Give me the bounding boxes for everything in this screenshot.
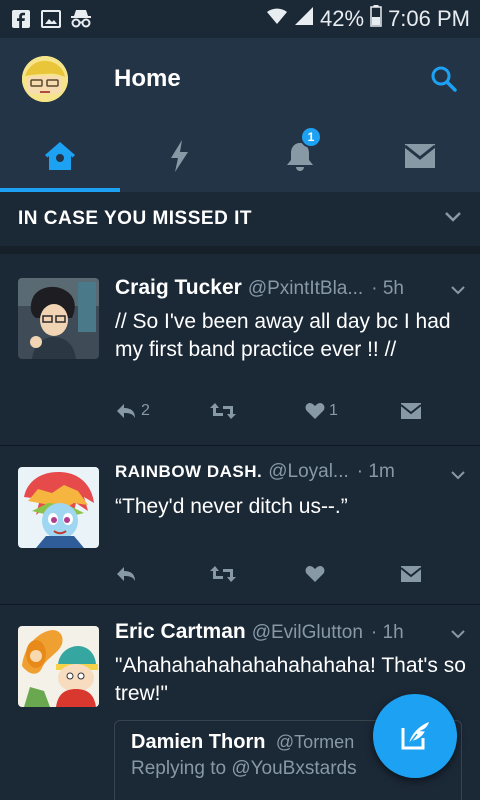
chevron-down-icon[interactable] xyxy=(450,282,466,300)
tweet-actions: 2 1 xyxy=(115,402,450,420)
search-button[interactable] xyxy=(428,63,460,95)
tweet-header: Craig Tucker @PxintItBla... · 5h xyxy=(115,276,466,306)
tweet-body: Craig Tucker @PxintItBla... · 5h // So I… xyxy=(115,276,466,364)
tweet-body: RAINBOW DASH. @Loyal... · 1m “They'd nev… xyxy=(115,461,466,521)
profile-avatar[interactable] xyxy=(22,56,68,102)
reply-count: 2 xyxy=(141,402,150,419)
reply-button[interactable]: 2 xyxy=(115,402,165,420)
page-title: Home xyxy=(114,65,181,92)
tweet-avatar[interactable] xyxy=(18,626,99,707)
author-name[interactable]: Eric Cartman xyxy=(115,620,246,644)
quoted-author-handle: @Tormen xyxy=(275,732,355,752)
tweet-text: // So I've been away all day bc I had my… xyxy=(115,310,451,361)
tab-home[interactable] xyxy=(0,120,120,192)
reply-icon xyxy=(117,404,135,418)
battery-icon xyxy=(370,5,382,33)
author-name[interactable]: RAINBOW DASH. xyxy=(115,462,262,482)
home-icon xyxy=(45,142,75,170)
reply-button[interactable] xyxy=(115,565,165,583)
like-button[interactable]: 1 xyxy=(305,402,355,420)
reply-icon xyxy=(117,567,135,581)
status-icons-right: 42% 7:06 PM xyxy=(266,5,470,33)
envelope-icon xyxy=(400,566,422,582)
app-bar: Home xyxy=(0,38,480,120)
facebook-icon xyxy=(10,9,32,29)
section-title: IN CASE YOU MISSED IT xyxy=(18,208,252,229)
envelope-icon xyxy=(400,403,422,419)
signal-icon xyxy=(294,6,314,32)
tab-moments[interactable] xyxy=(120,120,240,192)
clock: 7:06 PM xyxy=(388,6,470,31)
tweet-time: · 1h xyxy=(370,622,404,643)
tweet[interactable]: Craig Tucker @PxintItBla... · 5h // So I… xyxy=(0,262,480,446)
tweet-actions xyxy=(115,565,450,583)
author-name[interactable]: Craig Tucker xyxy=(115,276,242,300)
retweet-button[interactable] xyxy=(210,402,260,420)
like-button[interactable] xyxy=(305,565,355,583)
like-count: 1 xyxy=(329,402,338,419)
tweet-avatar[interactable] xyxy=(18,467,99,548)
direct-message-button[interactable] xyxy=(400,565,450,583)
compose-tweet-icon xyxy=(401,722,429,750)
status-bar: 42% 7:06 PM xyxy=(0,0,480,38)
retweet-button[interactable] xyxy=(210,565,260,583)
status-icons-left xyxy=(10,9,92,29)
retweet-icon xyxy=(210,403,236,419)
author-handle[interactable]: @PxintItBla... xyxy=(248,278,363,300)
battery-percent: 42% xyxy=(320,6,365,31)
incognito-icon xyxy=(70,9,92,29)
notification-badge: 1 xyxy=(300,126,322,148)
author-handle[interactable]: @Loyal... xyxy=(268,461,349,483)
chevron-down-icon[interactable] xyxy=(450,626,466,644)
tweet[interactable]: RAINBOW DASH. @Loyal... · 1m “They'd nev… xyxy=(0,447,480,605)
section-header[interactable]: IN CASE YOU MISSED IT xyxy=(0,192,480,254)
tweet-time: · 5h xyxy=(371,278,404,299)
tweet-header: Eric Cartman @EvilGlutton · 1h xyxy=(115,620,466,650)
chevron-down-icon[interactable] xyxy=(450,467,466,485)
search-icon xyxy=(431,66,457,92)
tweet-time: · 1m xyxy=(356,461,395,482)
tweet-text: “They'd never ditch us--.” xyxy=(115,495,348,518)
chevron-down-icon[interactable] xyxy=(444,210,462,228)
tweet-avatar[interactable] xyxy=(18,278,99,359)
heart-icon xyxy=(305,566,325,582)
envelope-icon xyxy=(404,144,436,168)
lightning-icon xyxy=(171,140,188,172)
tweet-header: RAINBOW DASH. @Loyal... · 1m xyxy=(115,461,466,491)
tab-bar: 1 xyxy=(0,120,480,192)
compose-button[interactable] xyxy=(373,694,457,778)
tab-messages[interactable] xyxy=(360,120,480,192)
tab-notifications[interactable]: 1 xyxy=(240,120,360,192)
quoted-author-name: Damien Thorn xyxy=(131,731,266,753)
image-icon xyxy=(40,9,62,29)
retweet-icon xyxy=(210,566,236,582)
author-handle[interactable]: @EvilGlutton xyxy=(252,622,363,644)
wifi-icon xyxy=(266,6,288,32)
heart-icon xyxy=(305,403,325,419)
direct-message-button[interactable] xyxy=(400,402,450,420)
